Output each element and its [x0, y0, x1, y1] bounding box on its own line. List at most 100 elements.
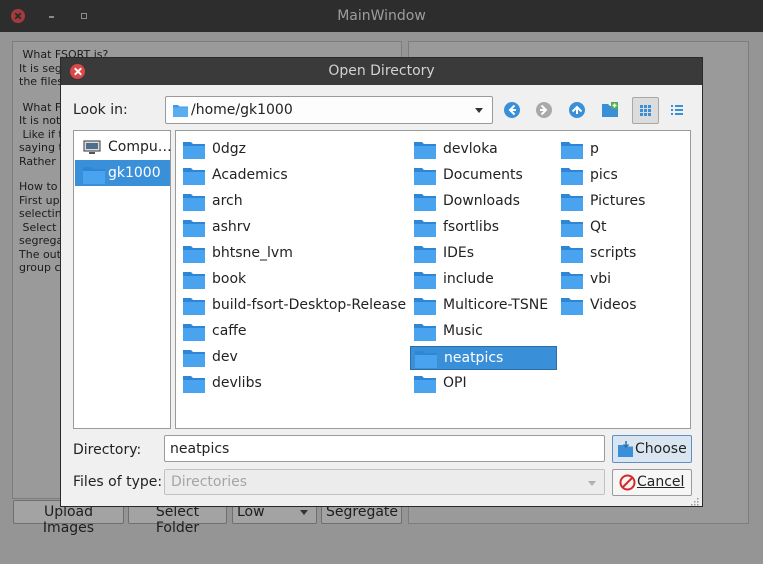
- folder-item-label: 0dgz: [212, 141, 247, 157]
- folder-item-label: arch: [212, 193, 243, 209]
- folder-item-label: Multicore-TSNE: [443, 297, 549, 313]
- choose-button-label: Choose: [635, 441, 687, 457]
- folder-item[interactable]: caffe: [179, 320, 404, 344]
- folder-icon: [183, 297, 205, 318]
- folder-item[interactable]: vbi: [557, 268, 687, 292]
- folder-icon: [183, 141, 205, 162]
- choose-folder-icon: [618, 441, 633, 461]
- new-folder-icon[interactable]: [599, 99, 621, 121]
- folder-icon: [414, 375, 436, 396]
- folder-icon: [414, 297, 436, 318]
- sidebar-item-label: gk1000: [108, 165, 161, 181]
- folder-item[interactable]: IDEs: [410, 242, 555, 266]
- folder-icon: [415, 350, 437, 371]
- folder-item[interactable]: pics: [557, 164, 687, 188]
- folder-item[interactable]: Qt: [557, 216, 687, 240]
- resize-grip-icon[interactable]: [691, 495, 699, 506]
- folder-icon: [183, 167, 205, 188]
- folder-item-label: vbi: [590, 271, 612, 287]
- sidebar-item-home[interactable]: gk1000: [75, 160, 170, 186]
- folder-icon: [561, 219, 583, 240]
- folder-icon: [414, 167, 436, 188]
- folder-icon: [414, 141, 436, 162]
- folder-item[interactable]: scripts: [557, 242, 687, 266]
- list-view-icon[interactable]: [666, 99, 688, 121]
- folder-item[interactable]: arch: [179, 190, 404, 214]
- folder-icon: [414, 219, 436, 240]
- folder-icon: [561, 167, 583, 188]
- directory-input[interactable]: [164, 435, 605, 462]
- choose-button[interactable]: Choose: [612, 435, 692, 463]
- folder-item[interactable]: devloka: [410, 138, 555, 162]
- folder-item-label: IDEs: [443, 245, 475, 261]
- parent-directory-icon[interactable]: [566, 99, 588, 121]
- dialog-titlebar: Open Directory: [61, 58, 702, 85]
- folder-item-label: OPI: [443, 375, 467, 391]
- folder-item-label: include: [443, 271, 494, 287]
- folder-icon: [561, 193, 583, 214]
- folder-item-label: Academics: [212, 167, 288, 183]
- chevron-down-icon: [588, 481, 596, 486]
- folder-item-label: pics: [590, 167, 618, 183]
- folder-item[interactable]: Academics: [179, 164, 404, 188]
- folder-item-label: dev: [212, 349, 238, 365]
- folder-icon: [183, 323, 205, 344]
- back-icon[interactable]: [501, 99, 523, 121]
- folder-item[interactable]: include: [410, 268, 555, 292]
- folder-item-label: Videos: [590, 297, 637, 313]
- folder-item-label: book: [212, 271, 247, 287]
- folder-icon: [183, 271, 205, 292]
- folder-item-label: neatpics: [444, 350, 504, 366]
- files-of-type-label: Files of type:: [73, 474, 163, 490]
- sidebar-item-computer[interactable]: Compu…: [75, 134, 172, 160]
- folder-item[interactable]: Downloads: [410, 190, 555, 214]
- folder-item[interactable]: ashrv: [179, 216, 404, 240]
- files-of-type-value: Directories: [171, 474, 248, 490]
- chevron-down-icon: [300, 510, 308, 515]
- folder-item[interactable]: p: [557, 138, 687, 162]
- cancel-icon: [619, 474, 636, 495]
- directory-label: Directory:: [73, 442, 142, 458]
- folder-item-label: build-fsort-Desktop-Release: [212, 297, 407, 313]
- folder-icon: [561, 271, 583, 292]
- folder-icon: [414, 193, 436, 214]
- folder-item[interactable]: fsortlibs: [410, 216, 555, 240]
- folder-item-label: devlibs: [212, 375, 262, 391]
- folder-item-label: fsortlibs: [443, 219, 499, 235]
- folder-icon: [173, 103, 188, 120]
- folder-item-label: p: [590, 141, 599, 157]
- folder-item-label: scripts: [590, 245, 637, 261]
- folder-item[interactable]: devlibs: [179, 372, 404, 396]
- folder-item-label: devloka: [443, 141, 498, 157]
- folder-item[interactable]: neatpics: [410, 346, 557, 370]
- folder-list: 0dgz Academics arch ashrv bhtsne_lvmbook buil…: [175, 130, 691, 429]
- folder-icon: [561, 297, 583, 318]
- folder-item[interactable]: book: [179, 268, 404, 292]
- folder-item-label: ashrv: [212, 219, 251, 235]
- folder-item[interactable]: Multicore-TSNE: [410, 294, 555, 318]
- folder-item[interactable]: Videos: [557, 294, 687, 318]
- look-in-select[interactable]: /home/gk1000: [165, 96, 493, 124]
- icon-view-icon[interactable]: [632, 97, 659, 124]
- look-in-label: Look in:: [73, 102, 128, 118]
- sidebar-item-label: Compu…: [108, 139, 172, 155]
- folder-item[interactable]: bhtsne_lvm: [179, 242, 404, 266]
- folder-icon: [414, 245, 436, 266]
- folder-item[interactable]: Documents: [410, 164, 555, 188]
- folder-icon: [183, 349, 205, 370]
- folder-icon: [183, 375, 205, 396]
- folder-item[interactable]: build-fsort-Desktop-Release: [179, 294, 407, 318]
- folder-item[interactable]: dev: [179, 346, 404, 370]
- forward-icon[interactable]: [533, 99, 555, 121]
- folder-item-label: Documents: [443, 167, 523, 183]
- computer-icon: [83, 140, 101, 159]
- main-window-title: MainWindow: [337, 8, 426, 24]
- folder-item[interactable]: 0dgz: [179, 138, 404, 162]
- chevron-down-icon: [475, 108, 483, 113]
- cancel-button[interactable]: Cancel: [612, 469, 692, 496]
- main-titlebar: MainWindow: [0, 0, 763, 32]
- folder-item[interactable]: OPI: [410, 372, 555, 396]
- folder-item[interactable]: Pictures: [557, 190, 687, 214]
- folder-item[interactable]: Music: [410, 320, 555, 344]
- folder-icon: [414, 271, 436, 292]
